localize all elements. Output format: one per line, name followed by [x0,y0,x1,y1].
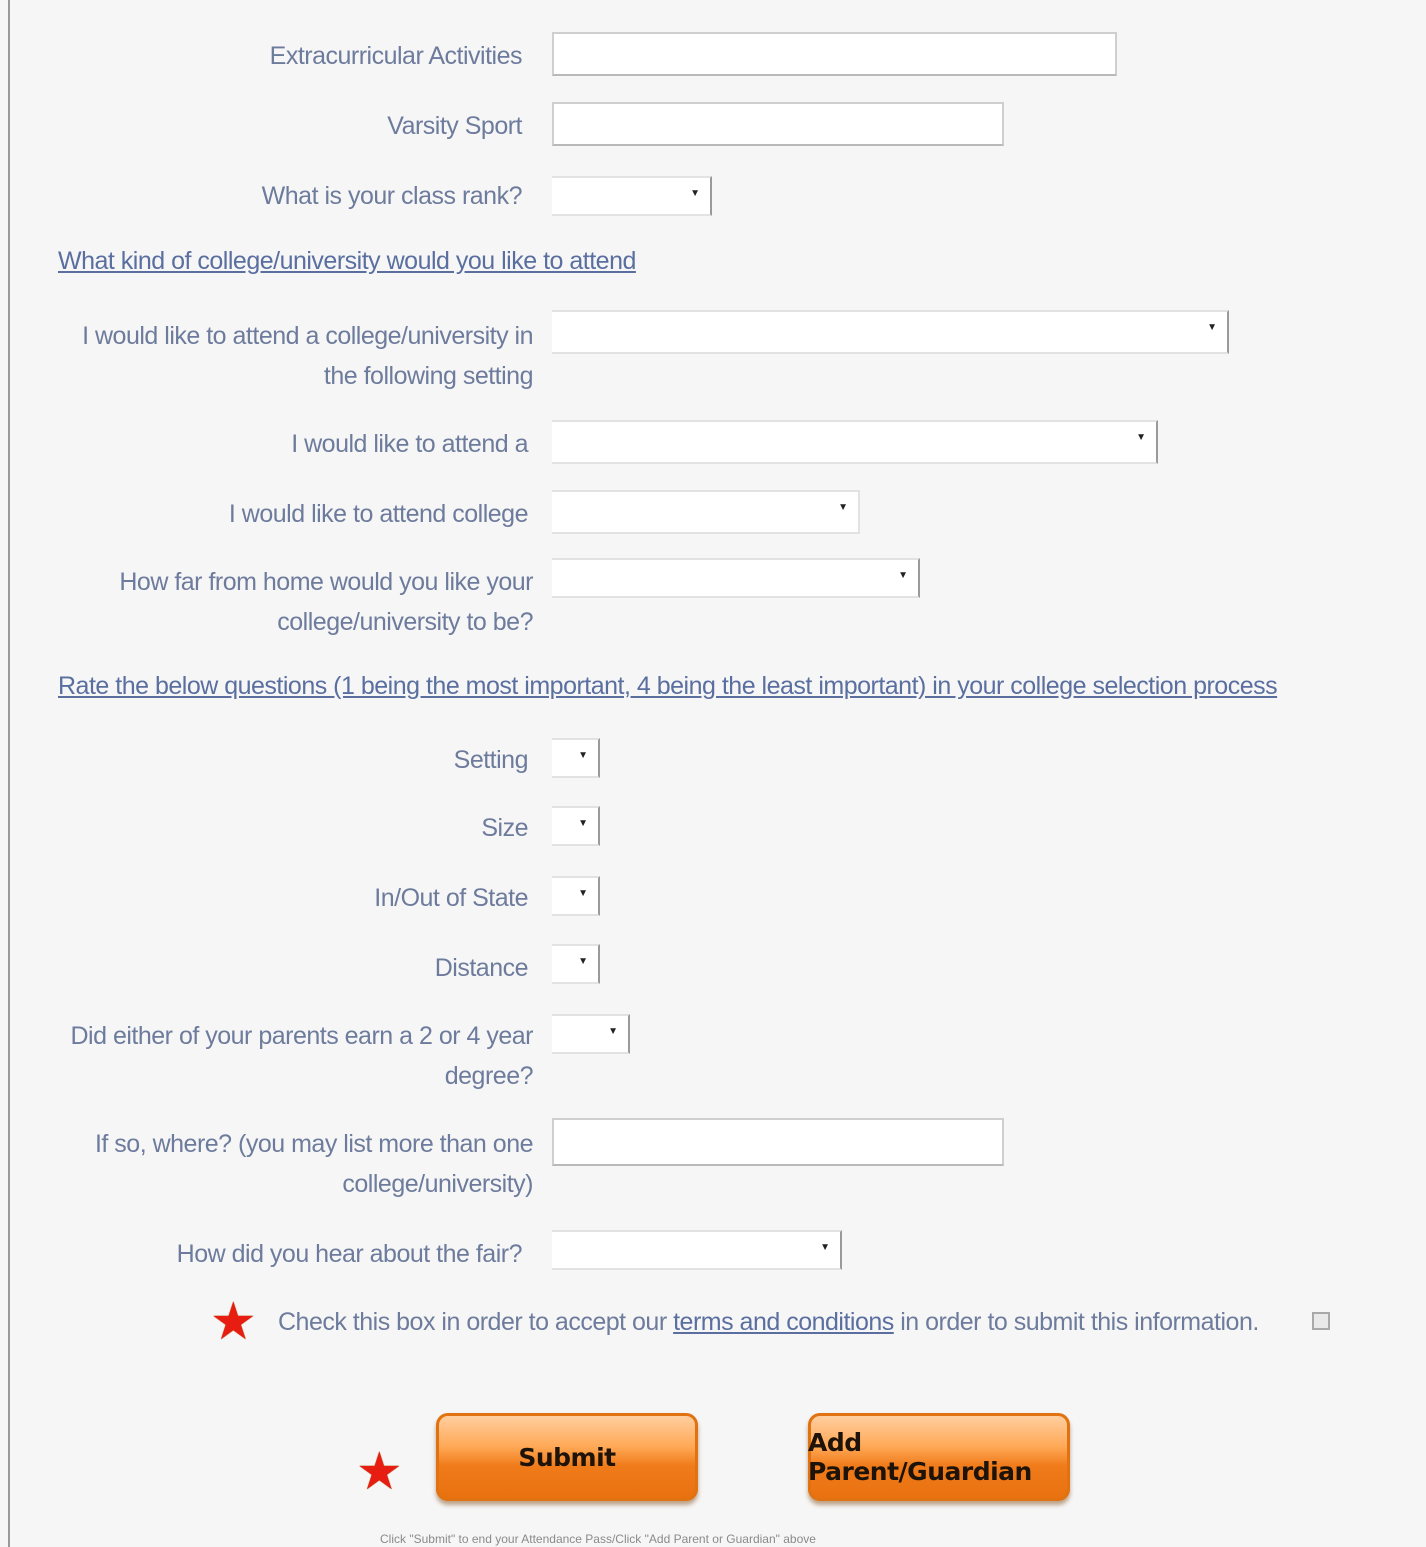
registration-form-page: Extracurricular Activities Varsity Sport… [0,0,1426,1547]
attend-college-label: I would like to attend college [228,500,529,528]
distance-label: How far from home would you like your co… [119,568,533,636]
chevron-down-icon: ▼ [578,818,588,829]
rate-state-select[interactable]: ▼ [552,876,600,916]
chevron-down-icon: ▼ [578,888,588,899]
rate-distance-select[interactable]: ▼ [552,944,600,984]
extracurricular-input[interactable] [552,32,1117,76]
where-label: If so, where? (you may list more than on… [94,1130,534,1198]
terms-text: Check this box in order to accept our te… [278,1302,1259,1342]
chevron-down-icon: ▼ [578,750,588,761]
accept-terms-checkbox[interactable] [1312,1312,1330,1330]
varsity-sport-label: Varsity Sport [387,112,522,140]
chevron-down-icon: ▼ [690,188,700,199]
setting-select[interactable]: ▼ [552,310,1229,354]
attend-type-label: I would like to attend a [291,430,528,458]
chevron-down-icon: ▼ [1207,322,1217,333]
section-rating-title[interactable]: Rate the below questions (1 being the mo… [58,672,1278,701]
class-rank-select[interactable]: ▼ [552,176,712,216]
page-left-border [8,0,10,1547]
parents-degree-label: Did either of your parents earn a 2 or 4… [70,1022,534,1090]
footer-note: Click "Submit" to end your Attendance Pa… [380,1532,816,1546]
submit-button[interactable]: Submit [436,1413,698,1501]
attend-college-select[interactable]: ▼ [552,490,860,534]
chevron-down-icon: ▼ [838,502,848,513]
rate-size-select[interactable]: ▼ [552,806,600,846]
parents-degree-select[interactable]: ▼ [552,1014,630,1054]
add-parent-guardian-button[interactable]: Add Parent/Guardian [808,1413,1070,1501]
attend-type-select[interactable]: ▼ [552,420,1158,464]
required-star-icon: ★ [210,1293,257,1351]
terms-text-after: in order to submit this information. [893,1308,1259,1336]
extracurricular-label: Extracurricular Activities [269,42,523,70]
rate-setting-label: Setting [453,746,529,774]
hear-about-label: How did you hear about the fair? [176,1240,523,1268]
chevron-down-icon: ▼ [898,570,908,581]
rate-distance-label: Distance [434,954,529,982]
varsity-sport-input[interactable] [552,102,1004,146]
hear-about-select[interactable]: ▼ [552,1230,842,1270]
chevron-down-icon: ▼ [1136,432,1146,443]
chevron-down-icon: ▼ [820,1242,830,1253]
rate-size-label: Size [481,814,528,842]
distance-select[interactable]: ▼ [552,558,920,598]
rate-setting-select[interactable]: ▼ [552,738,600,778]
section-college-type-title[interactable]: What kind of college/university would yo… [58,247,636,276]
rate-state-label: In/Out of State [374,884,528,912]
required-star-icon: ★ [356,1443,403,1501]
chevron-down-icon: ▼ [608,1026,618,1037]
where-input[interactable] [552,1118,1004,1166]
terms-text-before: Check this box in order to accept our [278,1308,674,1336]
chevron-down-icon: ▼ [578,956,588,967]
setting-label: I would like to attend a college/univers… [82,322,533,390]
class-rank-label: What is your class rank? [261,182,523,210]
terms-and-conditions-link[interactable]: terms and conditions [673,1308,894,1336]
